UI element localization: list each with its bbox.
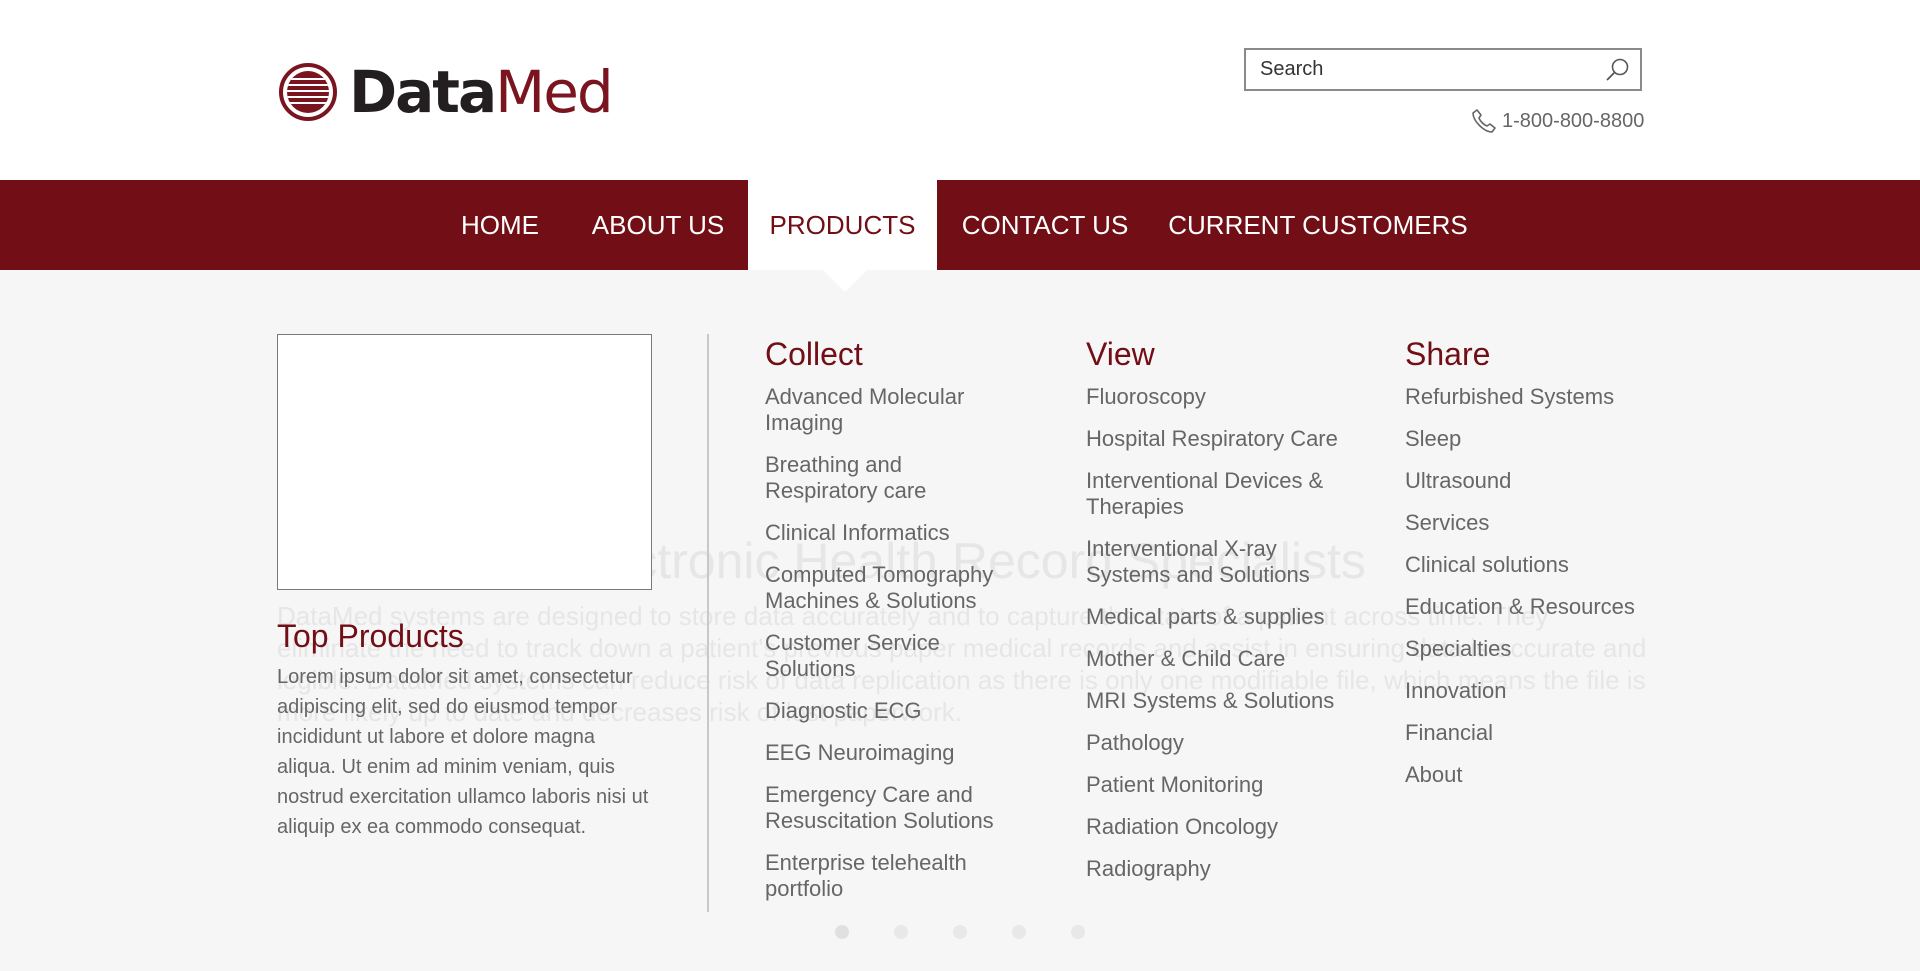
- menu-link[interactable]: Hospital Respiratory Care: [1086, 426, 1356, 452]
- menu-link[interactable]: Breathing and Respiratory care: [765, 452, 1015, 504]
- carousel-dot[interactable]: [953, 925, 967, 939]
- brand-name-part2: Med: [495, 58, 614, 126]
- menu-link[interactable]: Sleep: [1405, 426, 1665, 452]
- menu-link[interactable]: Diagnostic ECG: [765, 698, 1015, 724]
- nav-item-about-us[interactable]: ABOUT US: [579, 180, 737, 270]
- menu-link[interactable]: Enterprise telehealth portfolio: [765, 850, 1015, 902]
- search-input[interactable]: [1246, 50, 1586, 89]
- menu-link[interactable]: Services: [1405, 510, 1665, 536]
- menu-link[interactable]: MRI Systems & Solutions: [1086, 688, 1356, 714]
- menu-column-view: View Fluoroscopy Hospital Respiratory Ca…: [1086, 334, 1356, 898]
- nav-active-pointer: [823, 270, 867, 292]
- menu-link[interactable]: Emergency Care and Resuscitation Solutio…: [765, 782, 1015, 834]
- menu-link[interactable]: Advanced Molecular Imaging: [765, 384, 1015, 436]
- top-product-image[interactable]: [277, 334, 652, 590]
- menu-link[interactable]: Interventional X-ray Systems and Solutio…: [1086, 536, 1356, 588]
- column-title-collect: Collect: [765, 336, 863, 372]
- menu-link[interactable]: EEG Neuroimaging: [765, 740, 1015, 766]
- menu-link[interactable]: Education & Resources: [1405, 594, 1665, 620]
- nav-item-products[interactable]: PRODUCTS: [748, 180, 937, 270]
- carousel-dot[interactable]: [835, 925, 849, 939]
- search-box: [1244, 48, 1642, 91]
- menu-link[interactable]: Specialties: [1405, 636, 1665, 662]
- menu-divider: [707, 334, 709, 912]
- brand-logo[interactable]: DataMed: [277, 58, 614, 126]
- products-mega-menu: Electronic Health Record Specialists Dat…: [0, 270, 1920, 971]
- menu-column-share: Share Refurbished Systems Sleep Ultrasou…: [1405, 334, 1665, 804]
- menu-column-collect: Collect Advanced Molecular Imaging Breat…: [765, 334, 1015, 918]
- menu-link[interactable]: About: [1405, 762, 1665, 788]
- datamed-logo-icon: [279, 63, 337, 121]
- menu-link[interactable]: Financial: [1405, 720, 1665, 746]
- brand-name: DataMed: [349, 63, 614, 121]
- menu-link[interactable]: Radiation Oncology: [1086, 814, 1356, 840]
- phone-icon: [1472, 109, 1496, 133]
- carousel-indicators: [835, 925, 1130, 939]
- menu-link[interactable]: Customer Service Solutions: [765, 630, 1015, 682]
- menu-link[interactable]: Clinical solutions: [1405, 552, 1665, 578]
- menu-link[interactable]: Pathology: [1086, 730, 1356, 756]
- menu-link[interactable]: Ultrasound: [1405, 468, 1665, 494]
- menu-link[interactable]: Innovation: [1405, 678, 1665, 704]
- menu-link[interactable]: Fluoroscopy: [1086, 384, 1356, 410]
- site-header: DataMed 1-800-800-8800: [0, 0, 1920, 180]
- carousel-dot[interactable]: [894, 925, 908, 939]
- nav-item-current-customers[interactable]: CURRENT CUSTOMERS: [1163, 180, 1473, 270]
- phone-contact[interactable]: 1-800-800-8800: [1470, 106, 1644, 136]
- nav-item-contact-us[interactable]: CONTACT US: [950, 180, 1140, 270]
- menu-link[interactable]: Refurbished Systems: [1405, 384, 1665, 410]
- search-icon[interactable]: [1604, 57, 1630, 83]
- top-products-description: Lorem ipsum dolor sit amet, consectetur …: [277, 666, 649, 838]
- top-products-title: Top Products: [277, 618, 464, 654]
- menu-link[interactable]: Computed Tomography Machines & Solutions: [765, 562, 1015, 614]
- menu-link[interactable]: Medical parts & supplies: [1086, 604, 1356, 630]
- phone-number: 1-800-800-8800: [1502, 109, 1645, 132]
- column-title-share: Share: [1405, 336, 1491, 372]
- menu-link[interactable]: Interventional Devices & Therapies: [1086, 468, 1356, 520]
- nav-item-home[interactable]: HOME: [450, 180, 550, 270]
- brand-name-part1: Data: [349, 58, 497, 126]
- carousel-dot[interactable]: [1012, 925, 1026, 939]
- main-navigation: HOME ABOUT US PRODUCTS CONTACT US CURREN…: [0, 180, 1920, 270]
- menu-link[interactable]: Mother & Child Care: [1086, 646, 1356, 672]
- column-title-view: View: [1086, 336, 1155, 372]
- menu-link[interactable]: Radiography: [1086, 856, 1356, 882]
- carousel-dot[interactable]: [1071, 925, 1085, 939]
- menu-link[interactable]: Patient Monitoring: [1086, 772, 1356, 798]
- menu-link[interactable]: Clinical Informatics: [765, 520, 1015, 546]
